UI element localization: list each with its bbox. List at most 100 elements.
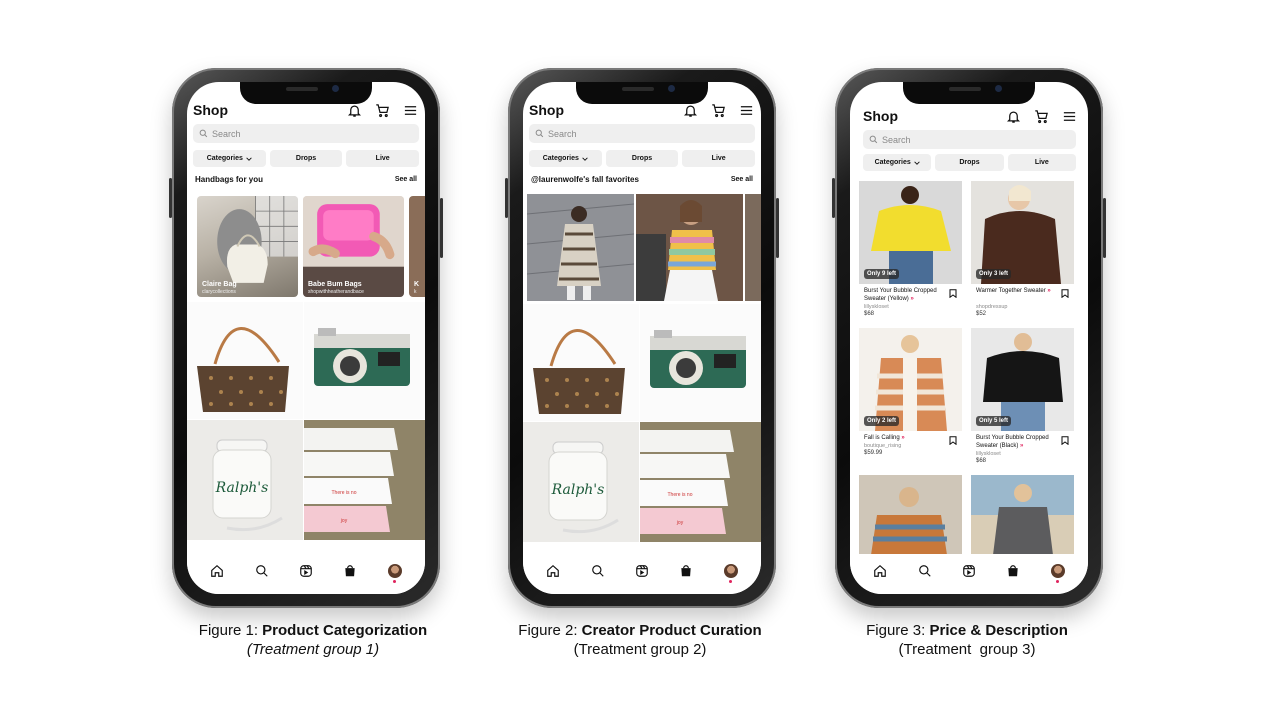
chip-drops[interactable]: Drops: [605, 150, 679, 167]
section-header: Handbags for you See all: [195, 175, 417, 184]
caption-title: Product Categorization: [262, 622, 428, 639]
svg-text:There is no: There is no: [667, 492, 692, 498]
search-icon[interactable]: [590, 563, 606, 579]
page-title: Shop: [193, 102, 228, 118]
chip-categories[interactable]: Categories: [529, 150, 602, 167]
section-title: Handbags for you: [195, 175, 264, 184]
cart-icon[interactable]: [374, 102, 391, 119]
product-image[interactable]: [859, 475, 962, 555]
shop-bag-icon[interactable]: [678, 563, 694, 579]
chip-categories[interactable]: Categories: [193, 150, 266, 167]
figure-caption-3: Figure 3: Price & Description (Treatment…: [817, 621, 1117, 659]
collection-card[interactable]: K k: [409, 196, 425, 297]
product-price: $52: [976, 311, 987, 317]
menu-icon[interactable]: [1061, 108, 1078, 125]
filter-chips: Categories Drops Live: [193, 150, 420, 167]
see-all-link[interactable]: See all: [395, 176, 417, 183]
chip-drops[interactable]: Drops: [935, 154, 1004, 171]
chevron-down-icon: [914, 160, 920, 165]
product-seller: lillyskloset: [976, 451, 1001, 457]
home-icon[interactable]: [209, 563, 225, 579]
chip-live[interactable]: Live: [682, 150, 756, 167]
product-name[interactable]: Burst Your Bubble Cropped Sweater (Black…: [976, 435, 1061, 450]
phone-screen-2: Shop Search Categories Drops Live @laure…: [523, 82, 761, 594]
product-name[interactable]: Burst Your Bubble Cropped Sweater (Yello…: [864, 288, 949, 303]
app-header: Shop: [863, 106, 1078, 126]
product-tile[interactable]: [523, 304, 639, 421]
reels-icon[interactable]: [298, 563, 314, 579]
svg-text:There is no: There is no: [331, 490, 356, 496]
creator-look-card[interactable]: [636, 194, 743, 301]
chip-live[interactable]: Live: [346, 150, 420, 167]
cart-icon[interactable]: [710, 102, 727, 119]
bookmark-icon[interactable]: [1061, 436, 1069, 445]
home-icon[interactable]: [545, 563, 561, 579]
section-header: @laurenwolfe's fall favorites See all: [531, 175, 753, 184]
bell-icon[interactable]: [346, 102, 363, 119]
shop-bag-icon[interactable]: [342, 563, 358, 579]
home-icon[interactable]: [872, 563, 888, 579]
product-price: $59.99: [864, 450, 883, 456]
camera-photo: [650, 330, 746, 388]
search-icon[interactable]: [917, 563, 933, 579]
profile-avatar[interactable]: [723, 563, 739, 583]
shop-bag-icon[interactable]: [1005, 563, 1021, 579]
menu-icon[interactable]: [402, 102, 419, 119]
outfit-photo: [527, 194, 634, 301]
bookmark-icon[interactable]: [949, 289, 957, 298]
search-input[interactable]: Search: [863, 130, 1076, 149]
product-tile[interactable]: [640, 304, 761, 421]
phone-screen-1: Shop Search Categories Drops Live Handba…: [187, 82, 425, 594]
reels-icon[interactable]: [634, 563, 650, 579]
creator-look-card[interactable]: [527, 194, 634, 301]
chip-drops[interactable]: Drops: [269, 150, 343, 167]
profile-avatar[interactable]: [387, 563, 403, 583]
creator-look-card[interactable]: [745, 194, 761, 301]
see-all-link[interactable]: See all: [731, 176, 753, 183]
figure-caption-1: Figure 1: Product Categorization (Treatm…: [163, 621, 463, 659]
bell-icon[interactable]: [1005, 108, 1022, 125]
chip-categories[interactable]: Categories: [863, 154, 932, 171]
chevron-down-icon: [582, 156, 588, 161]
product-image[interactable]: Only 9 left: [859, 181, 962, 284]
reels-icon[interactable]: [961, 563, 977, 579]
product-image[interactable]: Only 5 left: [971, 328, 1074, 431]
product-image[interactable]: Only 3 left: [971, 181, 1074, 284]
product-tile[interactable]: [304, 302, 425, 419]
product-seller: boutique_rising: [864, 443, 902, 449]
product-tile[interactable]: There is no joy: [640, 422, 761, 542]
handbag-photo: [197, 327, 289, 412]
product-name[interactable]: Warmer Together Sweater »: [976, 288, 1056, 296]
collection-card[interactable]: Babe Bum Bags shopwithheatherandbace: [303, 196, 404, 297]
search-placeholder: Search: [212, 128, 241, 139]
profile-avatar[interactable]: [1050, 563, 1066, 583]
notch: [240, 82, 372, 104]
product-tile[interactable]: [187, 302, 303, 419]
collection-card[interactable]: Claire Bag clarycollections: [197, 196, 298, 297]
page-title: Shop: [863, 108, 898, 124]
bookmark-icon[interactable]: [949, 436, 957, 445]
ralphs-mug-photo: Ralph's: [548, 441, 619, 534]
product-seller: lillyskloset: [864, 304, 889, 310]
search-icon[interactable]: [254, 563, 270, 579]
product-tile[interactable]: There is no joy: [304, 420, 425, 540]
product-image[interactable]: Only 2 left: [859, 328, 962, 431]
product-image[interactable]: [971, 475, 1074, 555]
camera-photo: [314, 328, 410, 386]
stock-badge: Only 5 left: [976, 416, 1012, 426]
bell-icon[interactable]: [682, 102, 699, 119]
cart-icon[interactable]: [1033, 108, 1050, 125]
product-tile[interactable]: Ralph's: [187, 420, 303, 540]
page-title: Shop: [529, 102, 564, 118]
search-input[interactable]: Search: [529, 124, 755, 143]
collection-seller: k: [414, 289, 417, 295]
chip-live[interactable]: Live: [1007, 154, 1076, 171]
search-input[interactable]: Search: [193, 124, 419, 143]
product-name[interactable]: Fall is Calling »: [864, 435, 949, 443]
product-tile[interactable]: Ralph's: [523, 422, 639, 542]
bookmark-icon[interactable]: [1061, 289, 1069, 298]
caption-subtitle: (Treatment group 3): [898, 641, 1036, 658]
bottom-nav: [850, 554, 1088, 594]
menu-icon[interactable]: [738, 102, 755, 119]
product-seller: shopdressup: [976, 304, 1008, 310]
